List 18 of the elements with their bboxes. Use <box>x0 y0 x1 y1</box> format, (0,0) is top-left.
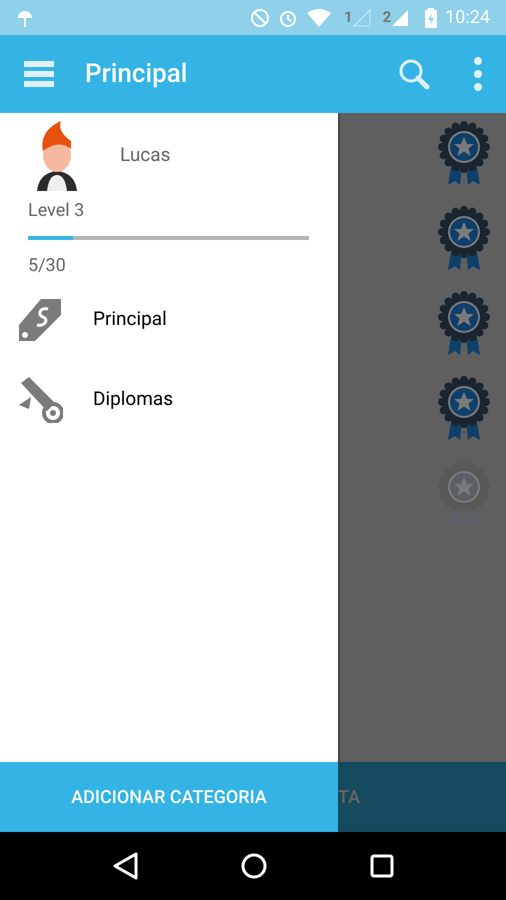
wifi-icon <box>306 8 332 28</box>
sim-label: 1 <box>344 7 353 28</box>
drawer-item[interactable]: Principal <box>0 279 338 359</box>
drawer-item[interactable]: Diplomas <box>0 359 338 439</box>
level-label: Level 3 <box>28 199 86 223</box>
recent-apps-icon[interactable] <box>370 854 394 878</box>
home-icon[interactable] <box>240 853 267 879</box>
clock: 10:24 <box>445 6 490 30</box>
signal-icon <box>391 8 410 26</box>
user-name: Lucas <box>120 142 170 168</box>
screen-title: Principal <box>85 58 188 90</box>
do-not-disturb-icon <box>250 8 270 28</box>
signal-icon <box>352 8 371 26</box>
battery-icon <box>425 8 438 28</box>
sim-label: 2 <box>382 7 392 28</box>
points-label: 5/30 <box>28 254 67 278</box>
back-icon[interactable] <box>112 852 138 880</box>
bottom-button-text: TA <box>338 786 360 810</box>
